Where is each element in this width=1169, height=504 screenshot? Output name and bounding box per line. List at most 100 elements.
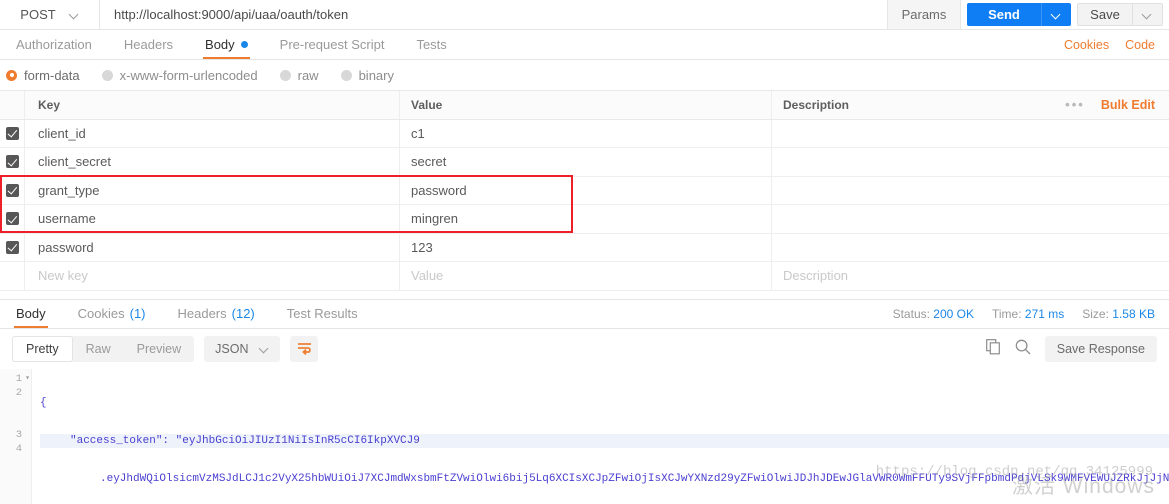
response-toolbar-actions: Save Response xyxy=(985,335,1157,362)
row-checkbox-cell[interactable] xyxy=(0,148,25,176)
table-row[interactable]: client_secret secret xyxy=(0,148,1169,177)
column-header-description-label: Description xyxy=(783,97,850,112)
chevron-down-icon xyxy=(1143,10,1152,19)
line-number xyxy=(0,400,31,414)
url-input[interactable] xyxy=(100,0,887,29)
search-icon[interactable] xyxy=(1015,339,1031,358)
line-number-gutter: 1 ▾ 2 3 4 xyxy=(0,368,32,504)
column-header-value: Value xyxy=(400,91,772,119)
fold-arrow-icon[interactable]: ▾ xyxy=(25,372,30,386)
line-number: 4 xyxy=(15,442,22,455)
view-mode-pretty[interactable]: Pretty xyxy=(12,335,73,362)
save-response-button[interactable]: Save Response xyxy=(1044,335,1157,362)
table-row[interactable]: grant_type password xyxy=(0,176,1169,205)
radio-label: form-data xyxy=(24,67,80,83)
table-row[interactable]: password 123 xyxy=(0,233,1169,262)
row-value[interactable]: 123 xyxy=(400,233,772,261)
row-checkbox-cell[interactable] xyxy=(0,119,25,147)
code-link[interactable]: Code xyxy=(1125,38,1155,52)
radio-label: raw xyxy=(297,67,319,83)
tab-headers[interactable]: Headers xyxy=(108,30,189,59)
row-value[interactable]: password xyxy=(400,176,772,204)
row-description[interactable] xyxy=(772,177,1169,205)
bulk-edit-button[interactable]: Bulk Edit xyxy=(1101,98,1155,112)
table-row[interactable]: client_id c1 xyxy=(0,119,1169,148)
radio-x-www-form-urlencoded[interactable]: x-www-form-urlencoded xyxy=(101,68,258,83)
size-badge: Size: 1.58 KB xyxy=(1082,307,1155,321)
response-tab-headers[interactable]: Headers (12) xyxy=(162,300,271,328)
radio-label: binary xyxy=(358,67,394,83)
search-glyph xyxy=(1015,339,1031,355)
tab-count: (12) xyxy=(231,306,255,321)
row-value[interactable]: secret xyxy=(400,148,772,176)
status-badge: Status: 200 OK xyxy=(893,307,974,321)
save-options-button[interactable] xyxy=(1133,3,1163,26)
tab-tests[interactable]: Tests xyxy=(400,30,462,59)
checkbox-checked-icon[interactable] xyxy=(5,183,19,197)
tab-authorization[interactable]: Authorization xyxy=(0,30,108,59)
send-button[interactable]: Send xyxy=(967,3,1041,26)
word-wrap-icon[interactable] xyxy=(290,335,319,362)
new-row[interactable]: New key Value Description xyxy=(0,262,1169,291)
row-checkbox-cell[interactable] xyxy=(0,233,25,261)
table-header-row: Key Value Description ••• Bulk Edit xyxy=(0,91,1169,120)
row-description[interactable] xyxy=(772,205,1169,233)
radio-raw[interactable]: raw xyxy=(279,67,319,83)
tab-label: Authorization xyxy=(16,37,92,52)
checkbox-checked-icon[interactable] xyxy=(5,126,19,140)
radio-icon xyxy=(340,69,352,81)
code-line: .eyJhdWQiOlsicmVzMSJdLCJ1c2VyX25hbWUiOiJ… xyxy=(100,472,1169,485)
response-format-label: JSON xyxy=(215,341,249,356)
row-checkbox-cell[interactable] xyxy=(0,176,25,204)
cookies-link[interactable]: Cookies xyxy=(1064,38,1109,52)
new-row-key-input[interactable]: New key xyxy=(25,262,400,290)
view-mode-preview[interactable]: Preview xyxy=(124,336,194,362)
line-number xyxy=(0,414,31,428)
tab-label: Body xyxy=(16,306,46,321)
new-row-description-input[interactable]: Description xyxy=(772,262,1169,290)
new-row-checkbox-cell[interactable] xyxy=(0,262,25,290)
row-key[interactable]: username xyxy=(25,205,400,233)
checkbox-checked-icon[interactable] xyxy=(5,240,19,254)
radio-binary[interactable]: binary xyxy=(340,67,394,83)
save-response-label: Save Response xyxy=(1056,341,1145,356)
row-key[interactable]: password xyxy=(25,233,400,261)
row-key[interactable]: client_id xyxy=(25,119,400,147)
radio-icon xyxy=(101,69,113,81)
send-options-button[interactable] xyxy=(1041,3,1071,26)
row-key[interactable]: grant_type xyxy=(25,176,400,204)
copy-icon[interactable] xyxy=(985,339,1001,358)
tab-pre-request-script[interactable]: Pre-request Script xyxy=(264,30,401,59)
params-button[interactable]: Params xyxy=(887,0,961,29)
response-tab-cookies[interactable]: Cookies (1) xyxy=(62,300,162,328)
save-button[interactable]: Save xyxy=(1077,3,1133,26)
row-key[interactable]: client_secret xyxy=(25,148,400,176)
checkbox-checked-icon[interactable] xyxy=(5,212,19,226)
table-row[interactable]: username mingren xyxy=(0,205,1169,234)
line-number-text: 1 xyxy=(15,372,22,385)
checkbox-checked-icon[interactable] xyxy=(5,155,19,169)
row-description[interactable] xyxy=(772,234,1169,262)
tab-label: Cookies xyxy=(77,306,125,321)
row-value[interactable]: mingren xyxy=(400,205,772,233)
response-body-viewer[interactable]: 1 ▾ 2 3 4 { "access_token": "eyJhbGciOiJI… xyxy=(0,368,1169,504)
response-tab-test-results[interactable]: Test Results xyxy=(271,300,374,328)
time-label: Time: xyxy=(992,306,1022,321)
response-tab-body[interactable]: Body xyxy=(0,300,62,328)
row-value[interactable]: c1 xyxy=(400,119,772,147)
chevron-down-icon xyxy=(260,344,269,353)
response-code-lines[interactable]: { "access_token": "eyJhbGciOiJIUzI1NiIsI… xyxy=(32,369,1169,504)
row-checkbox-cell[interactable] xyxy=(0,205,25,233)
send-label: Send xyxy=(988,7,1020,22)
more-options-icon[interactable]: ••• xyxy=(1065,97,1085,112)
row-description[interactable] xyxy=(772,148,1169,176)
radio-form-data[interactable]: form-data xyxy=(6,68,80,83)
http-method-selector[interactable]: POST xyxy=(0,0,100,29)
row-description[interactable] xyxy=(772,120,1169,148)
view-mode-raw[interactable]: Raw xyxy=(73,336,124,362)
new-row-value-input[interactable]: Value xyxy=(400,262,772,290)
response-format-selector[interactable]: JSON xyxy=(204,335,281,362)
tab-count: (1) xyxy=(129,306,146,321)
response-meta: Status: 200 OK Time: 271 ms Size: 1.58 K… xyxy=(893,300,1169,328)
tab-body[interactable]: Body xyxy=(189,30,264,59)
